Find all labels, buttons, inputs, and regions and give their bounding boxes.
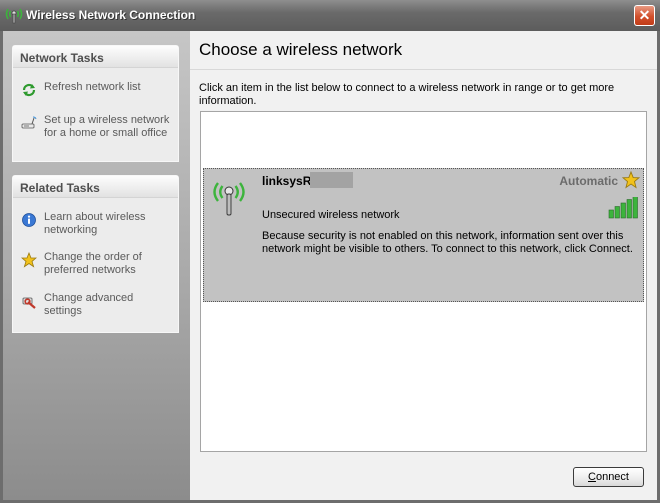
set-up-wireless-network-label: Set up a wireless network for a home or … xyxy=(44,114,170,139)
signal-bar xyxy=(632,197,638,219)
connect-button[interactable]: Connect xyxy=(573,467,644,487)
connect-accelerator: C xyxy=(588,471,596,483)
title-bar[interactable]: Wireless Network Connection ✕ xyxy=(0,0,660,32)
network-name: linksysR xyxy=(262,174,312,188)
refresh-network-list-label: Refresh network list xyxy=(44,81,141,93)
wireless-antenna-icon xyxy=(5,8,23,24)
wireless-network-connection-window: Wireless Network Connection ✕ Network Ta… xyxy=(0,0,660,503)
wireless-antenna-icon xyxy=(213,182,245,216)
close-button[interactable]: ✕ xyxy=(634,5,655,26)
security-status: Unsecured wireless network xyxy=(262,209,400,221)
change-advanced-settings-label: Change advanced settings xyxy=(44,292,134,317)
star-icon xyxy=(21,252,37,268)
page-title: Choose a wireless network xyxy=(199,40,403,59)
signal-strength-icon xyxy=(608,197,638,219)
intro-text: Click an item in the list below to conne… xyxy=(199,82,615,107)
connection-mode: Automatic xyxy=(559,174,618,188)
network-list-item[interactable]: linksysR Automatic Unsecured wireless ne… xyxy=(203,168,644,302)
heading-divider xyxy=(190,69,657,70)
wrench-icon xyxy=(22,297,36,309)
network-tasks-header: Network Tasks xyxy=(13,46,178,68)
signal-bar xyxy=(608,209,614,219)
info-icon xyxy=(22,213,36,227)
main-content: Choose a wireless network Click an item … xyxy=(190,31,657,500)
close-icon: ✕ xyxy=(638,7,651,23)
learn-about-wireless-label: Learn about wireless networking xyxy=(44,211,146,236)
window-title: Wireless Network Connection xyxy=(26,8,196,22)
preferred-star-icon xyxy=(622,171,640,189)
wireless-network-list[interactable]: linksysR Automatic Unsecured wireless ne… xyxy=(200,111,647,452)
change-preferred-order-label: Change the order of preferred networks xyxy=(44,251,142,276)
redacted-name-block xyxy=(310,172,353,188)
change-preferred-order-link[interactable]: Change the order of preferred networks xyxy=(13,251,178,277)
refresh-network-list-link[interactable]: Refresh network list xyxy=(13,81,178,97)
set-up-wireless-network-link[interactable]: Set up a wireless network for a home or … xyxy=(13,114,178,140)
security-warning-text: Because security is not enabled on this … xyxy=(262,230,633,255)
change-advanced-settings-link[interactable]: Change advanced settings xyxy=(13,292,178,318)
signal-bar xyxy=(620,202,626,219)
signal-bar xyxy=(626,199,632,219)
connect-label-rest: onnect xyxy=(595,471,629,483)
signal-bar xyxy=(614,206,620,219)
task-pane: Network Tasks Refresh network list Set u… xyxy=(3,31,190,500)
learn-about-wireless-link[interactable]: Learn about wireless networking xyxy=(13,211,178,237)
related-tasks-header: Related Tasks xyxy=(13,176,178,198)
wireless-setup-icon xyxy=(21,116,37,129)
refresh-icon xyxy=(22,83,36,97)
related-tasks-group: Related Tasks Learn about wireless netwo… xyxy=(12,175,179,333)
network-tasks-group: Network Tasks Refresh network list Set u… xyxy=(12,45,179,162)
